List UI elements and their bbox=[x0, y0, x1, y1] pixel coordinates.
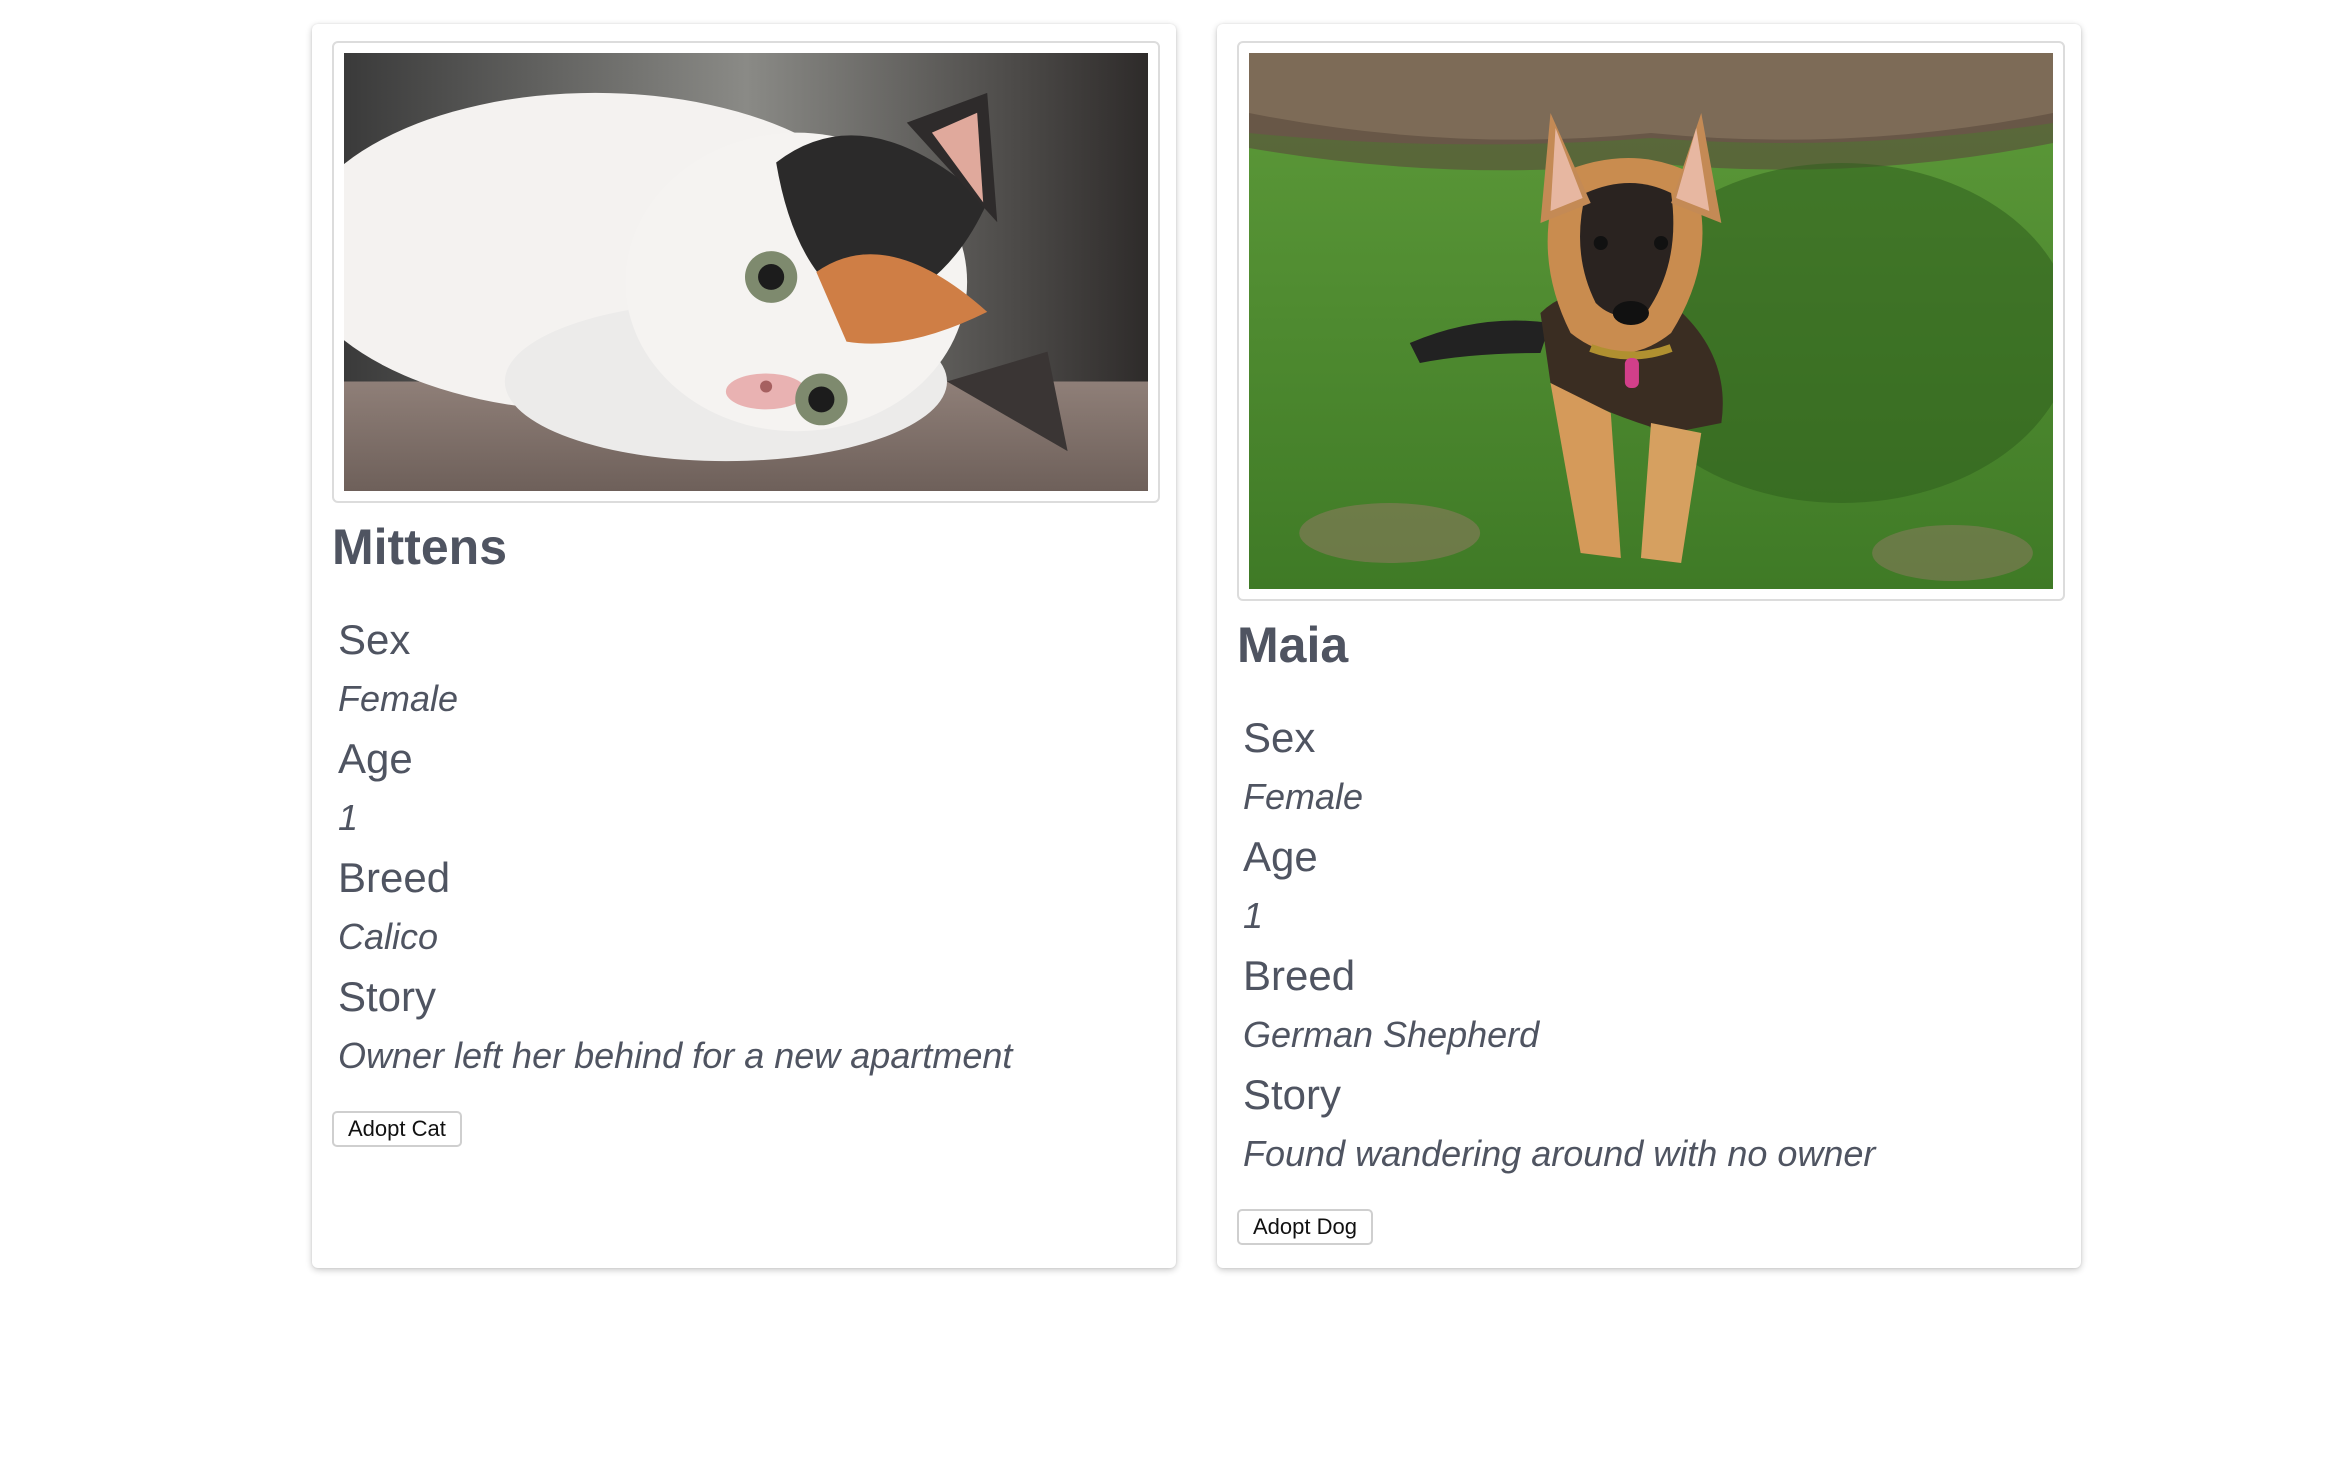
story-label: Story bbox=[1243, 1071, 1342, 1118]
adopt-cat-button[interactable]: Adopt Cat bbox=[332, 1111, 462, 1147]
cat-photo bbox=[344, 53, 1148, 491]
breed-label: Breed bbox=[1243, 952, 1356, 999]
adopt-dog-button[interactable]: Adopt Dog bbox=[1237, 1209, 1373, 1245]
age-value: 1 bbox=[1243, 895, 1264, 936]
pet-photo-frame bbox=[1237, 41, 2065, 601]
page: Mittens Sex Female Age 1 Breed Calico St… bbox=[0, 0, 2338, 1460]
pet-name: Maia bbox=[1237, 617, 1349, 673]
pet-photo-frame bbox=[332, 41, 1160, 503]
pet-details: Sex Female Age 1 Breed German Shepherd S… bbox=[1243, 708, 1875, 1184]
dog-photo bbox=[1249, 53, 2053, 589]
sex-label: Sex bbox=[338, 616, 411, 663]
breed-label: Breed bbox=[338, 854, 451, 901]
pet-name: Mittens bbox=[332, 519, 507, 575]
breed-value: German Shepherd bbox=[1243, 1014, 1540, 1055]
sex-label: Sex bbox=[1243, 714, 1316, 761]
story-value: Found wandering around with no owner bbox=[1243, 1133, 1876, 1174]
pet-details: Sex Female Age 1 Breed Calico Story Owne… bbox=[338, 610, 1012, 1086]
sex-value: Female bbox=[338, 678, 459, 719]
story-value: Owner left her behind for a new apartmen… bbox=[338, 1035, 1013, 1076]
cat-photo-image bbox=[344, 53, 1148, 491]
pet-card-dog: Maia Sex Female Age 1 Breed German Sheph… bbox=[1217, 24, 2081, 1268]
dog-photo-image bbox=[1249, 53, 2053, 589]
story-label: Story bbox=[338, 973, 437, 1020]
breed-value: Calico bbox=[338, 916, 439, 957]
age-label: Age bbox=[1243, 833, 1318, 880]
pet-card-cat: Mittens Sex Female Age 1 Breed Calico St… bbox=[312, 24, 1176, 1268]
age-value: 1 bbox=[338, 797, 359, 838]
age-label: Age bbox=[338, 735, 413, 782]
sex-value: Female bbox=[1243, 776, 1364, 817]
